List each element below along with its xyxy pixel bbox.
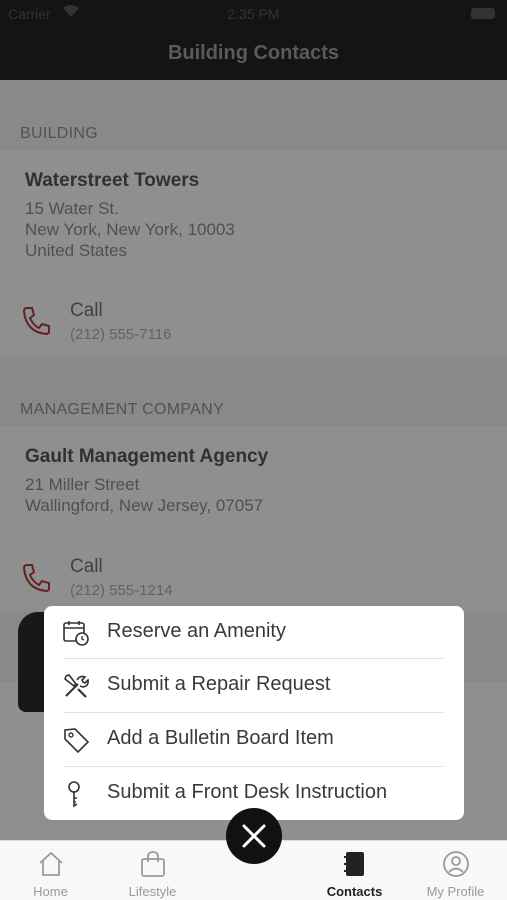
home-icon [39,851,63,876]
page-title: Building Contacts [167,42,340,64]
menu-item-repair-request[interactable]: Submit a Repair Request [44,659,464,712]
tools-icon [64,674,89,698]
menu-item-reserve-amenity[interactable]: Reserve an Amenity [44,606,464,659]
menu-item-label: Reserve an Amenity [107,620,286,642]
tab-lifestyle[interactable]: Lifestyle [102,841,203,900]
close-icon [242,824,266,848]
contacts-book-icon [344,852,364,876]
tag-icon [64,728,90,754]
nav-bar: Building Contacts [0,28,507,80]
tab-my-profile[interactable]: My Profile [405,841,506,900]
battery-icon [471,8,495,19]
close-menu-button[interactable] [226,808,282,864]
shopping-bag-icon [141,851,165,877]
tab-contacts[interactable]: Contacts [304,841,405,900]
menu-item-label: Submit a Front Desk Instruction [107,781,388,803]
tab-label: Contacts [326,884,383,899]
tab-label: My Profile [426,884,485,899]
quick-actions-menu: Reserve an Amenity Submit a Repair Reque… [44,606,464,820]
tab-label: Lifestyle [128,884,177,899]
calendar-clock-icon [63,621,89,646]
clock: 2:35 PM [227,6,280,22]
menu-item-bulletin-board[interactable]: Add a Bulletin Board Item [44,713,464,766]
status-bar: Carrier 2:35 PM [0,0,507,28]
menu-item-label: Add a Bulletin Board Item [107,727,334,749]
key-icon [68,781,80,808]
tab-home[interactable]: Home [0,841,101,900]
tab-label: Home [33,884,68,899]
menu-item-label: Submit a Repair Request [107,673,331,695]
profile-icon [443,851,469,877]
